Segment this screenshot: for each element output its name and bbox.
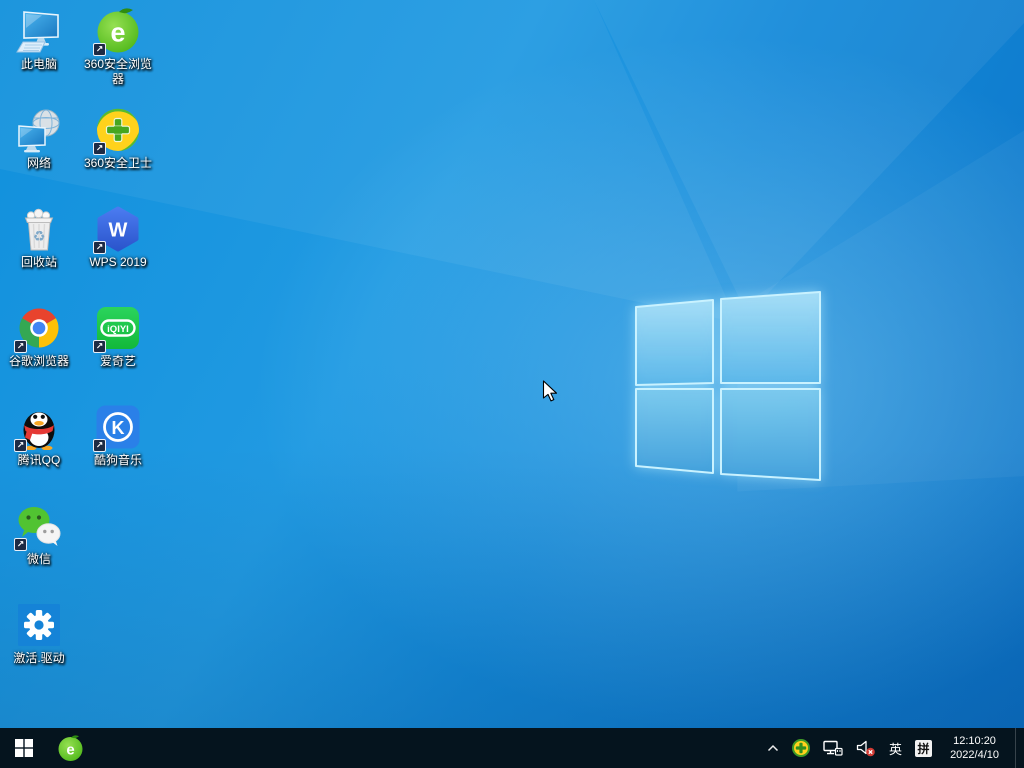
- taskbar-360-browser-button[interactable]: e: [48, 728, 92, 768]
- 360-browser-taskbar-icon: e: [57, 735, 84, 762]
- tray-volume-muted-icon[interactable]: [854, 728, 878, 768]
- wechat-icon: ↗: [16, 503, 62, 549]
- desktop-icon-360-browser[interactable]: e ↗ 360安全浏览器: [79, 8, 157, 87]
- recycle-bin-icon: ♻: [16, 206, 62, 252]
- desktop-icon-label: 谷歌浏览器: [9, 354, 69, 369]
- taskbar-clock[interactable]: 12:10:20 2022/4/10: [943, 734, 1006, 762]
- show-desktop-button[interactable]: [1015, 728, 1020, 768]
- desktop-icon-label: 360安全浏览器: [80, 57, 156, 87]
- kugou-icon: K ↗: [95, 404, 141, 450]
- 360-guard-icon: ↗: [95, 107, 141, 153]
- gear-icon: [16, 602, 62, 648]
- tray-ime-button[interactable]: 拼: [913, 728, 934, 768]
- desktop-icon-qq[interactable]: ↗ 腾讯QQ: [0, 404, 78, 468]
- shortcut-arrow-icon: ↗: [93, 241, 106, 254]
- iqiyi-wordmark: iQIYI: [107, 324, 129, 335]
- shortcut-arrow-icon: ↗: [93, 43, 106, 56]
- desktop-icon-label: 爱奇艺: [100, 354, 136, 369]
- desktop-icon-label: 酷狗音乐: [94, 453, 142, 468]
- chevron-up-icon: [767, 744, 779, 753]
- desktop-icon-label: 微信: [27, 552, 51, 567]
- wps-w-glyph: W: [109, 220, 128, 242]
- shortcut-arrow-icon: ↗: [14, 538, 27, 551]
- shortcut-arrow-icon: ↗: [14, 439, 27, 452]
- mouse-cursor: [542, 380, 562, 403]
- tray-360-guard-icon[interactable]: [790, 728, 812, 768]
- desktop-icon-label: 此电脑: [21, 57, 57, 72]
- desktop-icon-iqiyi[interactable]: iQIYI ↗ 爱奇艺: [79, 305, 157, 369]
- ime-pinyin-icon: 拼: [915, 740, 932, 757]
- desktop-icon-label: 360安全卫士: [84, 156, 152, 171]
- shortcut-arrow-icon: ↗: [93, 142, 106, 155]
- browser-e-glyph: e: [110, 18, 125, 48]
- shortcut-arrow-icon: ↗: [14, 340, 27, 353]
- qq-icon: ↗: [16, 404, 62, 450]
- desktop-icon-label: WPS 2019: [89, 255, 146, 270]
- shortcut-arrow-icon: ↗: [93, 439, 106, 452]
- desktop-icon-recycle-bin[interactable]: ♻ 回收站: [0, 206, 78, 270]
- network-icon: [16, 107, 62, 153]
- this-pc-icon: [16, 8, 62, 54]
- 360-browser-icon: e ↗: [95, 8, 141, 54]
- tray-overflow-button[interactable]: [765, 728, 781, 768]
- desktop-icon-this-pc[interactable]: 此电脑: [0, 8, 78, 72]
- desktop-icon-label: 回收站: [21, 255, 57, 270]
- taskbar: e: [0, 728, 1024, 768]
- desktop-icon-label: 激活.驱动: [13, 651, 64, 666]
- clock-time: 12:10:20: [950, 734, 999, 748]
- wallpaper-windows-logo: [633, 291, 823, 481]
- system-tray: 英 拼 12:10:20 2022/4/10: [765, 728, 1024, 768]
- chrome-icon: ↗: [16, 305, 62, 351]
- desktop-icon-network[interactable]: 网络: [0, 107, 78, 171]
- windows-logo-icon: [15, 739, 33, 757]
- tray-network-icon[interactable]: [821, 728, 845, 768]
- desktop-background[interactable]: 此电脑 网络 ♻: [0, 0, 1024, 768]
- tray-language-indicator[interactable]: 英: [887, 728, 904, 768]
- desktop-icon-wps[interactable]: W ↗ WPS 2019: [79, 206, 157, 270]
- shortcut-arrow-icon: ↗: [93, 340, 106, 353]
- recycle-symbol: ♻: [33, 228, 46, 244]
- desktop-icon-kugou[interactable]: K ↗ 酷狗音乐: [79, 404, 157, 468]
- desktop-icon-chrome[interactable]: ↗ 谷歌浏览器: [0, 305, 78, 369]
- desktop-icon-wechat[interactable]: ↗ 微信: [0, 503, 78, 567]
- iqiyi-icon: iQIYI ↗: [95, 305, 141, 351]
- desktop-icon-label: 腾讯QQ: [18, 453, 61, 468]
- wps-icon: W ↗: [95, 206, 141, 252]
- kugou-k-glyph: K: [112, 418, 125, 438]
- desktop-icon-360-guard[interactable]: ↗ 360安全卫士: [79, 107, 157, 171]
- desktop-icon-label: 网络: [27, 156, 51, 171]
- desktop-icon-activate-driver[interactable]: 激活.驱动: [0, 602, 78, 666]
- start-button[interactable]: [0, 728, 48, 768]
- svg-text:e: e: [66, 741, 74, 758]
- clock-date: 2022/4/10: [950, 748, 999, 762]
